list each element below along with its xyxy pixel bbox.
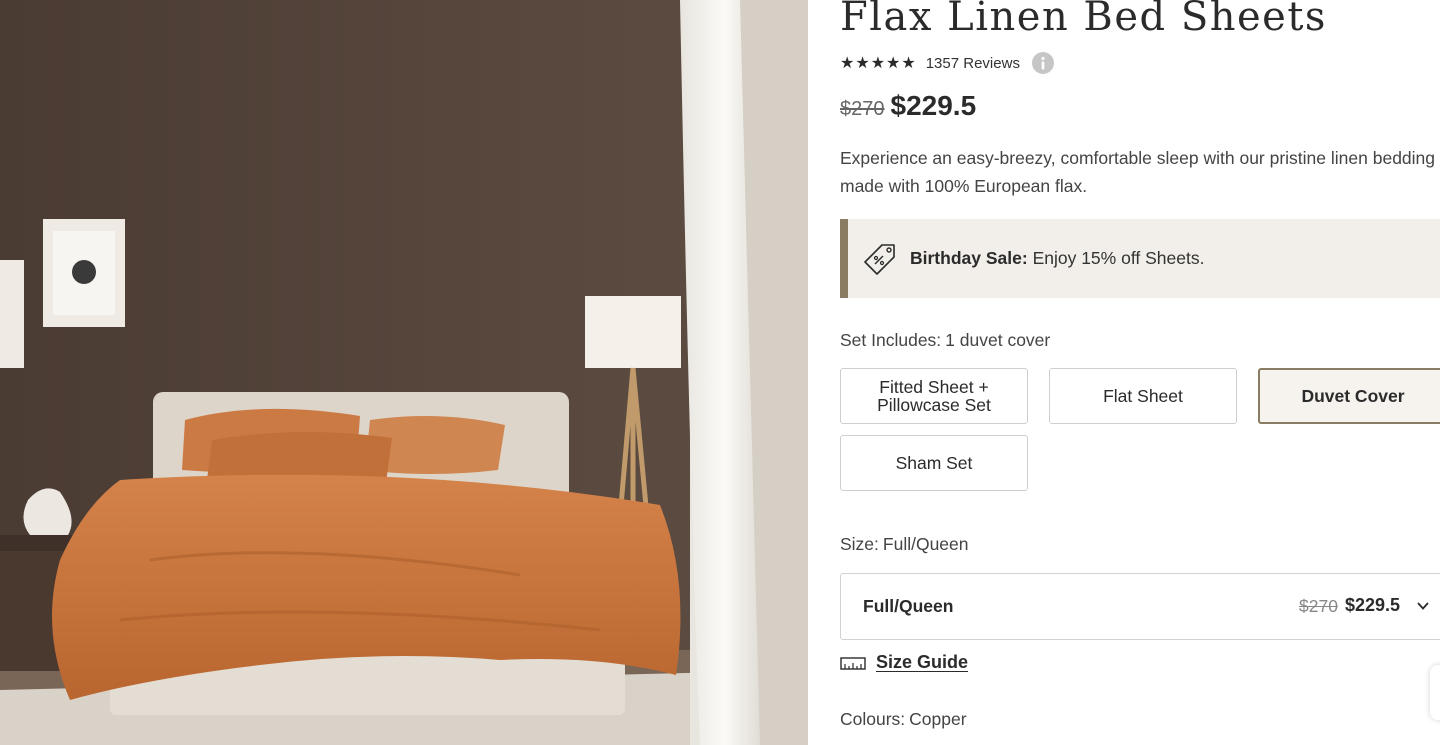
star-icon: ★ <box>855 53 870 72</box>
price-row: $270 $229.5 <box>840 90 976 122</box>
set-includes-label: Set Includes: 1 duvet cover <box>840 330 1051 350</box>
product-details: Flax Linen Bed Sheets ★ ★ ★ ★ ★ 1357 Rev… <box>808 0 1440 745</box>
sale-detail: Enjoy 15% off Sheets. <box>1032 248 1205 268</box>
star-icon: ★ <box>870 53 886 72</box>
size-sale-price: $229.5 <box>1345 595 1401 615</box>
size-value: Full/Queen <box>882 534 969 554</box>
option-sham-set[interactable]: Sham Set <box>840 435 1028 491</box>
star-icon: ★ <box>901 53 916 72</box>
option-fitted-sheet-pillowcase-set[interactable]: Fitted Sheet + Pillowcase Set <box>840 368 1028 424</box>
size-select[interactable]: Full/Queen $270 $229.5 <box>840 573 1440 640</box>
ruler-icon <box>840 656 866 670</box>
chevron-down-icon <box>1417 602 1429 610</box>
rating-row: ★ ★ ★ ★ ★ 1357 Reviews <box>840 52 1054 74</box>
product-image <box>0 0 808 745</box>
set-includes-value: 1 duvet cover <box>945 330 1051 350</box>
size-original-price: $270 <box>1299 596 1338 616</box>
price-tag-icon <box>864 243 895 275</box>
chat-widget-tab[interactable] <box>1430 665 1440 720</box>
sale-title: Birthday Sale: <box>910 248 1028 268</box>
info-icon[interactable] <box>1031 52 1054 74</box>
sale-banner: Birthday Sale: Enjoy 15% off Sheets. <box>840 219 1440 298</box>
size-guide-link[interactable]: Size Guide <box>840 652 968 673</box>
colours-value: Copper <box>909 709 967 729</box>
star-rating[interactable]: ★ ★ ★ ★ ★ <box>840 55 916 71</box>
colours-label: Colours: Copper <box>840 709 967 729</box>
star-icon: ★ <box>886 53 901 72</box>
size-label: Size: Full/Queen <box>840 534 969 554</box>
product-title: Flax Linen Bed Sheets <box>840 0 1327 40</box>
option-duvet-cover[interactable]: Duvet Cover <box>1258 368 1440 424</box>
reviews-link[interactable]: 1357 Reviews <box>926 55 1020 72</box>
original-price: $270 <box>840 98 885 120</box>
star-icon: ★ <box>840 53 855 72</box>
sale-price: $229.5 <box>890 90 977 121</box>
product-description: Experience an easy-breezy, comfortable s… <box>840 148 1436 196</box>
option-flat-sheet[interactable]: Flat Sheet <box>1049 368 1237 424</box>
size-guide-label: Size Guide <box>876 652 969 672</box>
sale-text: Birthday Sale: Enjoy 15% off Sheets. <box>910 248 1204 269</box>
size-select-value: Full/Queen <box>863 596 954 616</box>
